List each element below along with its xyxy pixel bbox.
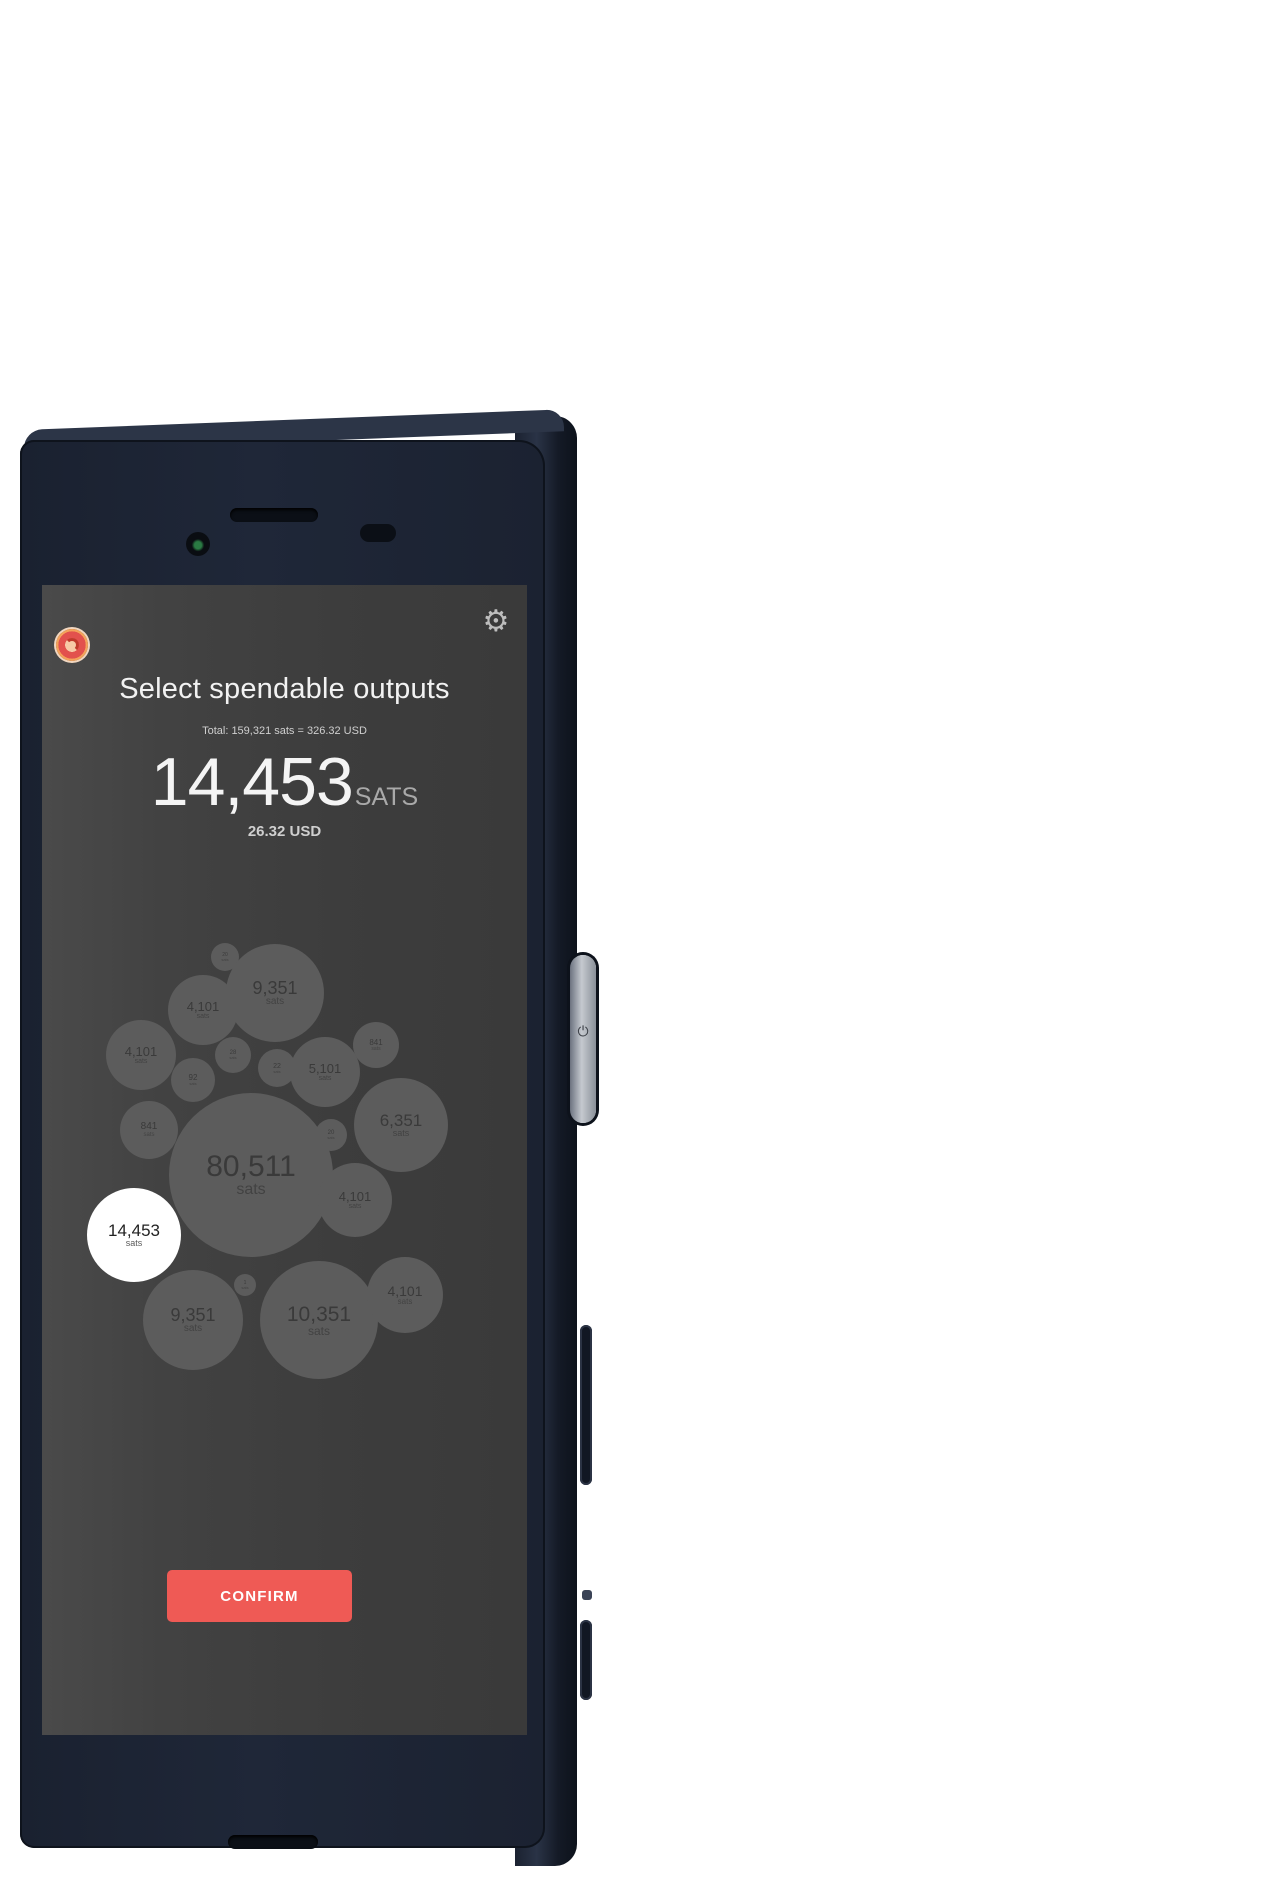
output-bubble[interactable]: 841 sats: [120, 1101, 178, 1159]
camera-shutter-button[interactable]: [580, 1620, 592, 1700]
bubble-unit: sats: [241, 1284, 249, 1290]
output-bubble[interactable]: 4,101 sats: [168, 975, 238, 1045]
output-bubbles: 20 sats 9,351 sats 4,101 sats 4,101 sats 28 sats 9…: [42, 585, 527, 1735]
output-bubble[interactable]: 1 sats: [234, 1274, 256, 1296]
bubble-unit: sats: [236, 1181, 266, 1198]
output-bubble[interactable]: 10,351 sats: [260, 1261, 378, 1379]
bubble-value: 5,101: [308, 1061, 342, 1076]
bubble-value: 14,453: [108, 1221, 160, 1240]
bubble-unit: sats: [183, 1323, 203, 1334]
output-bubble[interactable]: 4,101 sats: [106, 1020, 176, 1090]
bubble-unit: sats: [229, 1055, 237, 1060]
bubble-value: 4,101: [338, 1189, 372, 1204]
bubble-unit: sats: [371, 1045, 381, 1052]
bubble-unit: sats: [348, 1203, 362, 1210]
bubble-value: 80,511: [206, 1150, 296, 1183]
bottom-speaker: [228, 1835, 318, 1849]
output-bubble-selected[interactable]: 14,453 sats: [87, 1188, 181, 1282]
earpiece-speaker: [230, 508, 318, 522]
bubble-unit: sats: [189, 1081, 197, 1086]
bubble-value: 9,351: [170, 1305, 216, 1325]
bubble-value: 4,101: [124, 1044, 158, 1059]
bubble-unit: sats: [196, 1013, 210, 1020]
phone-device: ⚙ Select spendable outputs Total: 159,32…: [20, 409, 600, 1870]
bubble-value: 4,101: [186, 999, 220, 1014]
bubble-unit: sats: [397, 1297, 413, 1306]
bubble-unit: sats: [307, 1323, 330, 1338]
output-bubble[interactable]: 92 sats: [171, 1058, 215, 1102]
output-bubble[interactable]: 4,101 sats: [318, 1163, 392, 1237]
bubble-unit: sats: [265, 996, 285, 1007]
output-bubble[interactable]: 4,101 sats: [367, 1257, 443, 1333]
camera-shutter-icon: [582, 1590, 592, 1600]
stage: ⚙ Select spendable outputs Total: 159,32…: [0, 0, 1264, 1882]
bubble-unit: sats: [134, 1058, 148, 1065]
front-camera-icon: [186, 532, 210, 556]
output-bubble[interactable]: 28 sats: [215, 1037, 251, 1073]
output-bubble[interactable]: 9,351 sats: [143, 1270, 243, 1370]
bubble-value: 9,351: [252, 978, 298, 998]
bubble-value: 10,351: [286, 1302, 352, 1326]
output-bubble[interactable]: 6,351 sats: [354, 1078, 448, 1172]
bubble-value: 4,101: [387, 1283, 423, 1299]
output-bubble[interactable]: 841 sats: [353, 1022, 399, 1068]
bubble-unit: sats: [327, 1135, 335, 1140]
output-bubble[interactable]: 5,101 sats: [290, 1037, 360, 1107]
output-bubble[interactable]: 20 sats: [315, 1119, 347, 1151]
power-button[interactable]: ⏻: [570, 955, 596, 1123]
app-screen: ⚙ Select spendable outputs Total: 159,32…: [42, 585, 527, 1735]
bubble-unit: sats: [221, 956, 229, 962]
proximity-sensor: [360, 524, 396, 542]
confirm-button[interactable]: CONFIRM: [167, 1570, 352, 1622]
bubble-value: 841: [140, 1121, 158, 1132]
output-bubble[interactable]: 9,351 sats: [226, 944, 324, 1042]
phone-body: ⚙ Select spendable outputs Total: 159,32…: [20, 440, 545, 1849]
bubble-value: 6,351: [379, 1111, 423, 1130]
bubble-unit: sats: [273, 1068, 281, 1074]
bubble-unit: sats: [318, 1075, 332, 1082]
power-icon: ⏻: [577, 1023, 589, 1039]
output-bubble[interactable]: 80,511 sats: [169, 1093, 333, 1257]
bubble-unit: sats: [125, 1238, 143, 1248]
volume-button[interactable]: [580, 1325, 592, 1485]
bubble-unit: sats: [143, 1132, 155, 1138]
bubble-unit: sats: [392, 1128, 410, 1138]
